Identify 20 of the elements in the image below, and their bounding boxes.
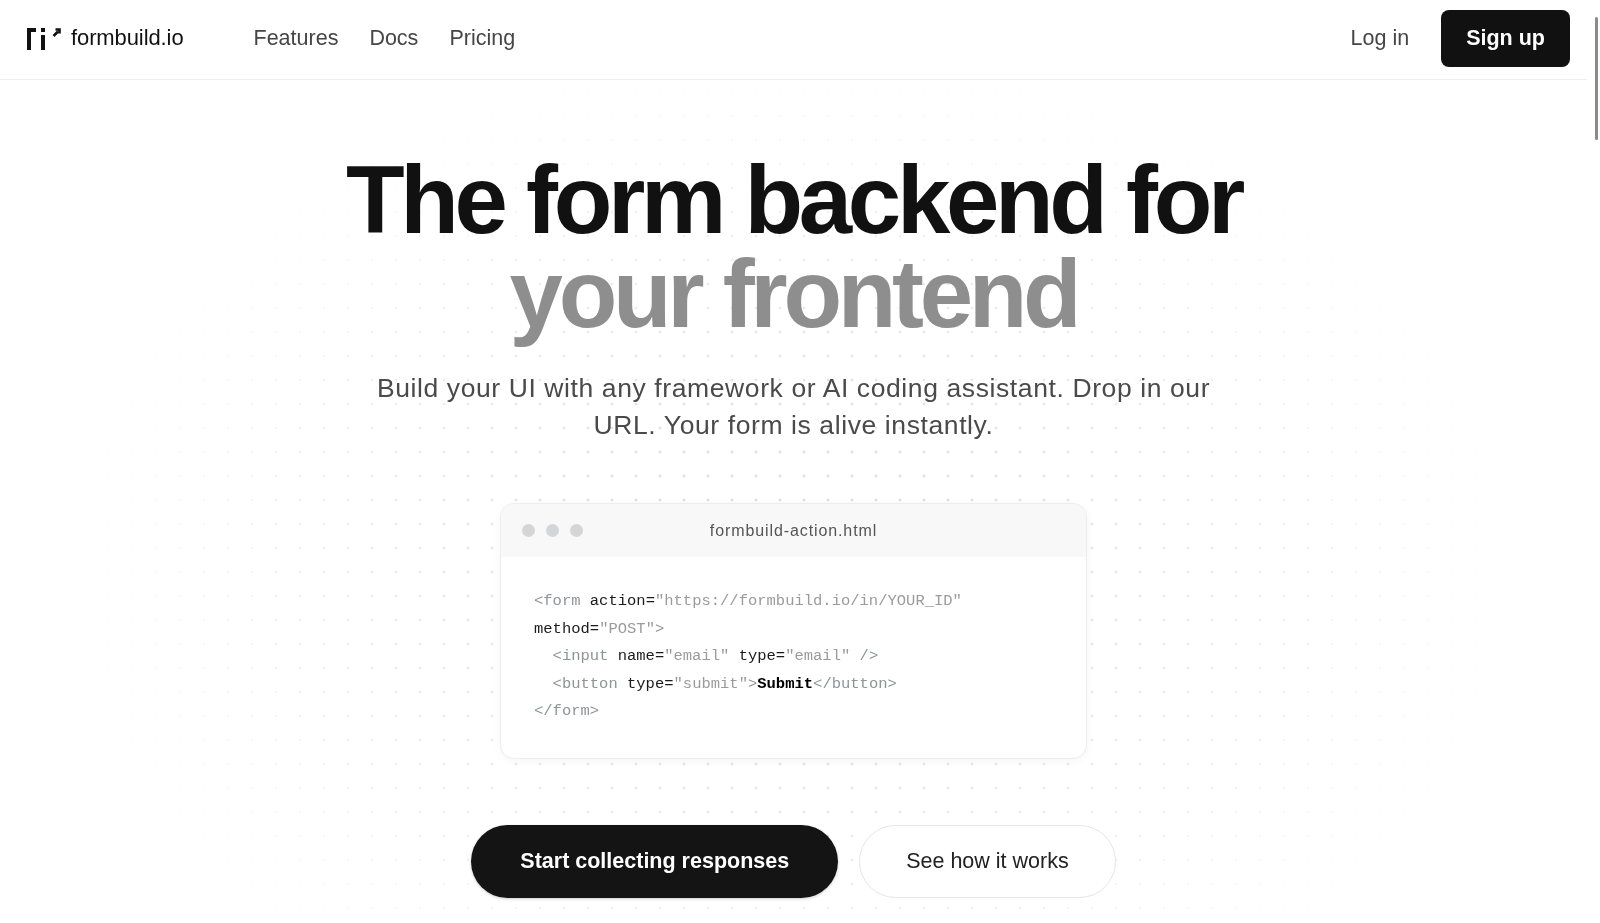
signup-button[interactable]: Sign up [1441,9,1570,67]
login-link[interactable]: Log in [1350,25,1410,51]
code-line: <form action="https://formbuild.io/in/YOUR_ID" method="POST"> [534,591,963,640]
nav-link[interactable]: Features [253,25,339,51]
hero-heading: The form backend for your frontend [344,153,1243,349]
dot-icon [522,524,535,537]
dot-icon [546,524,559,537]
dot-icon [570,524,583,537]
logo-link[interactable]: formbuild.io [27,25,184,51]
code-line: </form> [534,701,601,722]
scrollbar-thumb[interactable] [1595,17,1598,140]
secondary-cta-button[interactable]: See how it works [859,824,1116,898]
code-line: <button type="submit">Submit</button> [552,673,898,695]
hero-subtitle: Build your UI with any framework or AI coding assistant. Drop in our URL. Your form is alive instantly. [375,372,1212,442]
file-name: formbuild-action.html [709,521,878,540]
code-line: <input name="email" type="email" /> [552,646,880,667]
nav-link[interactable]: Pricing [449,25,516,51]
primary-cta-button[interactable]: Start collecting responses [471,824,839,898]
nav-link[interactable]: Docs [369,25,419,51]
logo-icon [27,26,61,50]
